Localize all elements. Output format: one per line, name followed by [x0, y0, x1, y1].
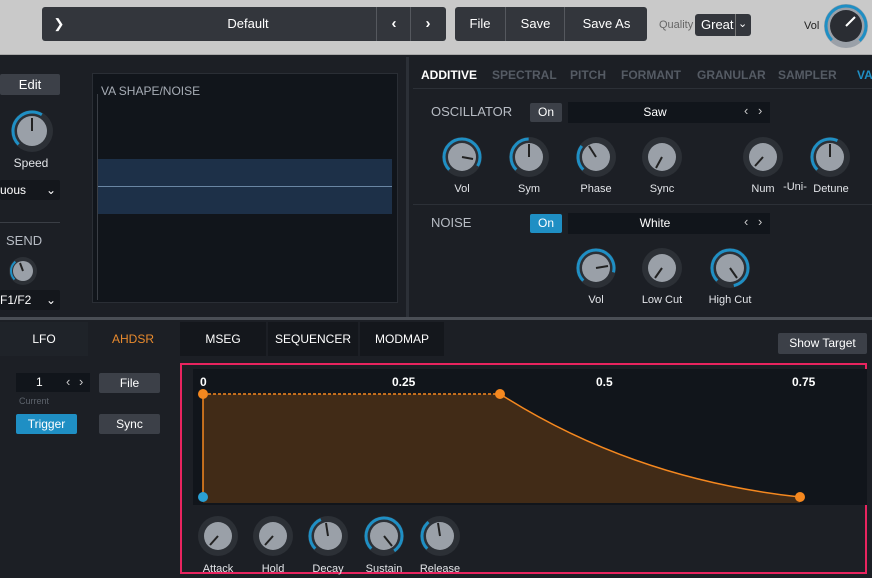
quality-select[interactable]: Great ⌄: [695, 14, 751, 36]
env-index-stepper[interactable]: 1 ‹ ›: [16, 373, 90, 392]
next-preset-icon[interactable]: ›: [410, 7, 445, 41]
chevron-down-icon: ⌄: [738, 18, 748, 30]
preset-name[interactable]: Default: [78, 7, 418, 41]
send-route-value: F1/F2: [0, 293, 32, 307]
osc-phase-label: Phase: [580, 183, 612, 195]
prev-env-icon[interactable]: ‹: [66, 374, 70, 389]
speed-knob[interactable]: [9, 108, 55, 154]
attack-label: Attack: [202, 563, 234, 575]
preset-menu-chevron-icon[interactable]: ❯: [42, 7, 76, 41]
show-target-button[interactable]: Show Target: [778, 333, 867, 354]
hold-point[interactable]: [495, 389, 505, 399]
noise-vol-knob[interactable]: [574, 246, 618, 290]
decay-label: Decay: [312, 563, 344, 575]
release-label: Release: [419, 563, 461, 575]
file-button-group: File Save Save As: [455, 7, 647, 41]
tab-spectral[interactable]: SPECTRAL: [492, 68, 557, 82]
mod-tab-sequencer[interactable]: SEQUENCER: [268, 322, 358, 356]
hold-label: Hold: [261, 563, 285, 575]
noise-type-value: White: [639, 216, 671, 230]
va-shape-title: VA SHAPE/NOISE: [101, 84, 201, 98]
lfo-mode-value: uous: [0, 183, 27, 197]
release-knob[interactable]: [418, 514, 462, 558]
low-cut-label: Low Cut: [641, 294, 683, 306]
tab-sampler[interactable]: SAMPLER: [778, 68, 837, 82]
sustain-knob[interactable]: [362, 514, 406, 558]
low-cut-knob[interactable]: [640, 246, 684, 290]
edit-button[interactable]: Edit: [0, 74, 60, 95]
noise-label: NOISE: [431, 215, 472, 230]
hold-knob[interactable]: [251, 514, 295, 558]
oscillator-wave-value: Saw: [643, 105, 667, 119]
top-bar: ❯ Default ‹ › File Save Save As Quality …: [0, 0, 872, 55]
waveform-line: [98, 186, 392, 187]
osc-sync-knob[interactable]: [640, 135, 684, 179]
mod-tab-modmap[interactable]: MODMAP: [360, 322, 444, 356]
high-cut-knob[interactable]: [708, 246, 752, 290]
oscillator-wave-select[interactable]: Saw ‹ ›: [568, 102, 770, 123]
tab-granular[interactable]: GRANULAR: [697, 68, 766, 82]
source-tabs: ADDITIVE SPECTRAL PITCH FORMANT GRANULAR…: [413, 62, 872, 89]
send-knob[interactable]: [8, 256, 38, 286]
env-file-button[interactable]: File: [99, 373, 160, 393]
envelope-graph[interactable]: 0 0.25 0.5 0.75: [193, 369, 867, 505]
noise-type-select[interactable]: White ‹ ›: [568, 213, 770, 234]
va-shape-display: VA SHAPE/NOISE: [92, 73, 398, 303]
osc-vol-knob[interactable]: [440, 135, 484, 179]
high-cut-label: High Cut: [708, 294, 752, 306]
mod-tab-ahdsr[interactable]: AHDSR: [88, 322, 178, 356]
next-wave-icon[interactable]: ›: [758, 103, 762, 118]
attack-knob[interactable]: [196, 514, 240, 558]
quality-label: Quality: [659, 19, 694, 31]
mod-tab-mseg[interactable]: MSEG: [180, 322, 266, 356]
prev-wave-icon[interactable]: ‹: [744, 103, 748, 118]
send-label: SEND: [6, 233, 43, 248]
file-button[interactable]: File: [455, 7, 505, 41]
chevron-down-icon: ⌄: [45, 183, 56, 197]
osc-phase-knob[interactable]: [574, 135, 618, 179]
quality-value: Great: [701, 17, 734, 32]
noise-vol-label: Vol: [588, 294, 604, 306]
osc-vol-label: Vol: [454, 183, 470, 195]
tab-additive[interactable]: ADDITIVE: [421, 68, 477, 82]
save-as-button[interactable]: Save As: [564, 7, 648, 41]
osc-detune-knob[interactable]: [808, 135, 852, 179]
lfo-mode-select[interactable]: uous ⌄: [0, 180, 60, 200]
next-noise-icon[interactable]: ›: [758, 214, 762, 229]
env-current-label: Current: [19, 396, 50, 406]
master-vol-label: Vol: [804, 20, 820, 32]
save-button[interactable]: Save: [505, 7, 565, 41]
tab-pitch[interactable]: PITCH: [570, 68, 606, 82]
noise-on-button[interactable]: On: [530, 214, 562, 233]
prev-noise-icon[interactable]: ‹: [744, 214, 748, 229]
prev-preset-icon[interactable]: ‹: [376, 7, 411, 41]
start-point[interactable]: [198, 492, 208, 502]
trigger-button[interactable]: Trigger: [16, 414, 77, 434]
env-index-value: 1: [36, 375, 43, 389]
decay-knob[interactable]: [306, 514, 350, 558]
oscillator-label: OSCILLATOR: [431, 104, 513, 119]
tab-formant[interactable]: FORMANT: [621, 68, 681, 82]
attack-point[interactable]: [198, 389, 208, 399]
master-volume-knob[interactable]: [822, 2, 870, 50]
osc-sym-label: Sym: [518, 183, 540, 195]
release-point[interactable]: [795, 492, 805, 502]
send-route-select[interactable]: F1/F2 ⌄: [0, 290, 60, 310]
chevron-down-icon: ⌄: [45, 293, 56, 307]
envelope-curve: [198, 389, 805, 503]
next-env-icon[interactable]: ›: [79, 374, 83, 389]
sustain-label: Sustain: [365, 563, 403, 575]
osc-sync-label: Sync: [649, 183, 675, 195]
osc-detune-label: Detune: [813, 183, 849, 195]
preset-selector[interactable]: ❯ Default ‹ ›: [42, 7, 446, 41]
mod-tab-lfo[interactable]: LFO: [0, 322, 88, 356]
osc-sym-knob[interactable]: [507, 135, 551, 179]
oscillator-on-button[interactable]: On: [530, 103, 562, 122]
osc-num-knob[interactable]: [741, 135, 785, 179]
speed-label: Speed: [13, 156, 49, 170]
tab-va[interactable]: VA: [857, 68, 872, 82]
env-sync-button[interactable]: Sync: [99, 414, 160, 434]
